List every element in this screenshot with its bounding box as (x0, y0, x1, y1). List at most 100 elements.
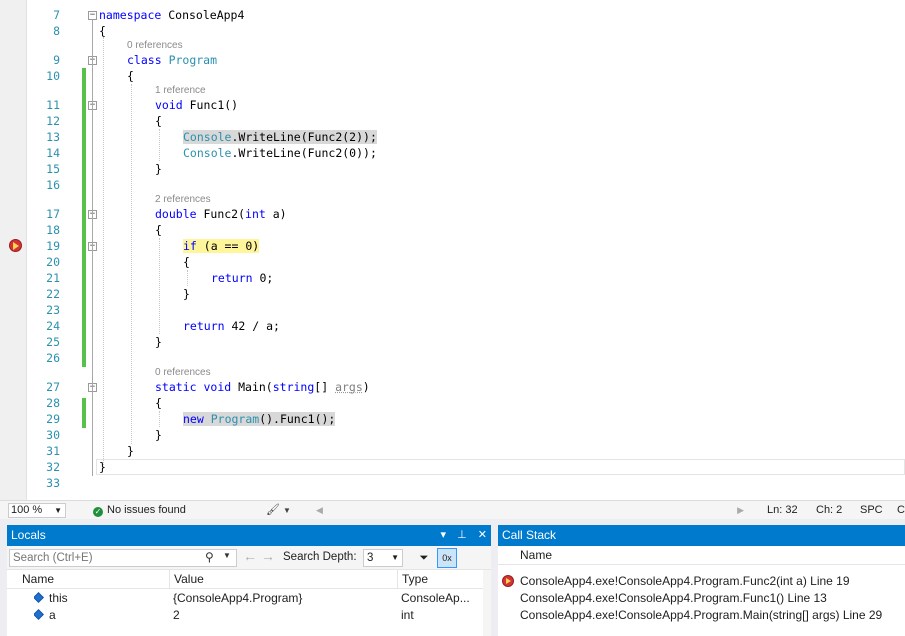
column-header-name[interactable]: Name (22, 570, 168, 588)
code-line[interactable]: 27 static void Main(string[] args) (0, 379, 905, 395)
code-text[interactable]: Console.WriteLine(Func2(0)); (183, 145, 377, 161)
collapse-icon[interactable]: − (88, 11, 97, 20)
code-text[interactable]: } (155, 427, 162, 443)
search-input[interactable] (9, 549, 237, 567)
code-line[interactable]: 8{ (0, 23, 905, 39)
call-stack-frame[interactable]: ConsoleApp4.exe!ConsoleApp4.Program.Func… (498, 590, 905, 607)
call-stack-column-header[interactable]: Name (498, 546, 905, 565)
column-header-type[interactable]: Type (397, 570, 483, 588)
spacing-indicator[interactable]: SPC (860, 503, 883, 518)
vertical-scrollbar[interactable] (483, 570, 491, 636)
codelens-references[interactable]: 0 references (127, 38, 183, 54)
code-text[interactable]: { (155, 395, 162, 411)
line-number: 15 (46, 162, 60, 176)
code-line[interactable]: 24 return 42 / a; (0, 318, 905, 334)
pin-icon[interactable]: ⊥ (457, 529, 467, 541)
code-line[interactable]: 22} (0, 286, 905, 302)
code-text[interactable]: { (183, 254, 190, 270)
horizontal-scrollbar[interactable]: ◀ ▶ (316, 504, 744, 517)
code-line[interactable]: 9 class Program (0, 52, 905, 68)
code-text[interactable]: namespace ConsoleApp4 (99, 7, 244, 23)
local-value[interactable]: {ConsoleApp4.Program} (173, 590, 397, 607)
code-text[interactable]: { (155, 113, 162, 129)
code-cleanup-button[interactable]: 🖌 ▼ (266, 503, 291, 518)
frame-text: ConsoleApp4.exe!ConsoleApp4.Program.Main… (520, 608, 883, 622)
table-row[interactable]: this {ConsoleApp4.Program} ConsoleAp... (7, 590, 491, 607)
code-text[interactable]: { (155, 222, 162, 238)
chevron-down-icon[interactable]: ▼ (223, 551, 231, 560)
code-text[interactable]: } (155, 334, 162, 350)
scroll-right-icon[interactable]: ▶ (737, 504, 744, 517)
code-text[interactable]: double Func2(int a) (155, 206, 287, 222)
code-line[interactable]: 32} (0, 459, 905, 475)
code-line[interactable]: 21 return 0; (0, 270, 905, 286)
code-text[interactable]: static void Main(string[] args) (155, 379, 370, 395)
issues-indicator[interactable]: ✓ No issues found (93, 503, 186, 518)
code-text[interactable]: if (a == 0) (183, 238, 260, 254)
code-text[interactable]: return 0; (211, 270, 273, 286)
call-stack-frame[interactable]: ConsoleApp4.exe!ConsoleApp4.Program.Func… (498, 573, 905, 590)
code-text[interactable]: void Func1() (155, 97, 238, 113)
code-line[interactable]: 13 Console.WriteLine(Func2(2)); (0, 129, 905, 145)
local-type: ConsoleAp... (401, 591, 470, 605)
hex-display-icon[interactable]: 0x (437, 548, 457, 568)
code-line[interactable]: 19 if (a == 0) (0, 238, 905, 254)
code-line[interactable]: 11 void Func1() (0, 97, 905, 113)
close-icon[interactable]: ✕ (478, 529, 487, 541)
local-value[interactable]: 2 (173, 607, 397, 624)
search-icon[interactable]: ⚲ (205, 550, 214, 564)
code-line[interactable]: 30} (0, 427, 905, 443)
code-line[interactable]: 15} (0, 161, 905, 177)
code-text[interactable]: Console.WriteLine(Func2(2)); (183, 129, 377, 145)
column-header-value[interactable]: Value (169, 570, 397, 588)
window-menu-icon[interactable]: ▾ (441, 529, 447, 541)
code-line[interactable]: 17 double Func2(int a) (0, 206, 905, 222)
line-indicator[interactable]: Ln: 32 (767, 503, 798, 518)
code-area[interactable]: 7 namespace ConsoleApp4 8{9 class Program 0 … (0, 0, 905, 500)
scroll-left-icon[interactable]: ◀ (316, 504, 323, 517)
code-text[interactable]: class Program (127, 52, 217, 68)
change-bar (82, 68, 86, 367)
code-line[interactable]: 12 { (0, 113, 905, 129)
code-text[interactable]: { (127, 68, 134, 84)
code-line[interactable]: 10 { (0, 68, 905, 84)
code-text[interactable]: } (183, 286, 190, 302)
code-text[interactable]: } (127, 443, 134, 459)
line-number: 13 (46, 130, 60, 144)
locals-title-bar[interactable]: Locals ▾ ⊥ ✕ (7, 525, 491, 546)
codelens-references[interactable]: 0 references (155, 365, 211, 381)
arrow-right-icon[interactable]: → (261, 548, 275, 564)
call-stack-list: ConsoleApp4.exe!ConsoleApp4.Program.Func… (498, 573, 905, 624)
code-line[interactable]: 28 { (0, 395, 905, 411)
code-line[interactable]: 23 (0, 302, 905, 318)
search-depth-dropdown[interactable]: 3 ▼ (363, 549, 403, 567)
code-line[interactable]: 18 { (0, 222, 905, 238)
code-text[interactable]: return 42 / a; (183, 318, 280, 334)
filter-icon[interactable]: ⏷ (415, 549, 433, 567)
code-line[interactable]: 33 (0, 475, 905, 491)
code-text[interactable]: new Program().Func1(); (183, 411, 336, 427)
current-frame-arrow-icon (502, 575, 514, 587)
arrow-left-icon[interactable]: ← (243, 548, 257, 564)
code-line[interactable]: 16 (0, 177, 905, 193)
line-number: 9 (53, 53, 60, 67)
code-line[interactable]: 26 (0, 350, 905, 366)
code-line[interactable]: 25} (0, 334, 905, 350)
code-line[interactable]: 20 { (0, 254, 905, 270)
code-line[interactable]: 14 Console.WriteLine(Func2(0)); (0, 145, 905, 161)
code-text[interactable]: } (155, 161, 162, 177)
code-line[interactable]: 29 new Program().Func1(); (0, 411, 905, 427)
codelens-references[interactable]: 1 reference (155, 83, 206, 99)
code-line[interactable]: 31} (0, 443, 905, 459)
line-number: 29 (46, 412, 60, 426)
call-stack-title-bar[interactable]: Call Stack (498, 525, 905, 546)
code-line[interactable]: 7 namespace ConsoleApp4 (0, 7, 905, 23)
codelens-references[interactable]: 2 references (155, 192, 211, 208)
zoom-dropdown[interactable]: 100 % ▼ (8, 503, 66, 518)
table-row[interactable]: a 2 int (7, 607, 491, 624)
code-editor[interactable]: 7 namespace ConsoleApp4 8{9 class Program 0 … (0, 0, 905, 500)
line-ending-indicator[interactable]: C (897, 503, 905, 518)
indent-guide (103, 37, 104, 469)
call-stack-frame[interactable]: ConsoleApp4.exe!ConsoleApp4.Program.Main… (498, 607, 905, 624)
column-indicator[interactable]: Ch: 2 (816, 503, 842, 518)
